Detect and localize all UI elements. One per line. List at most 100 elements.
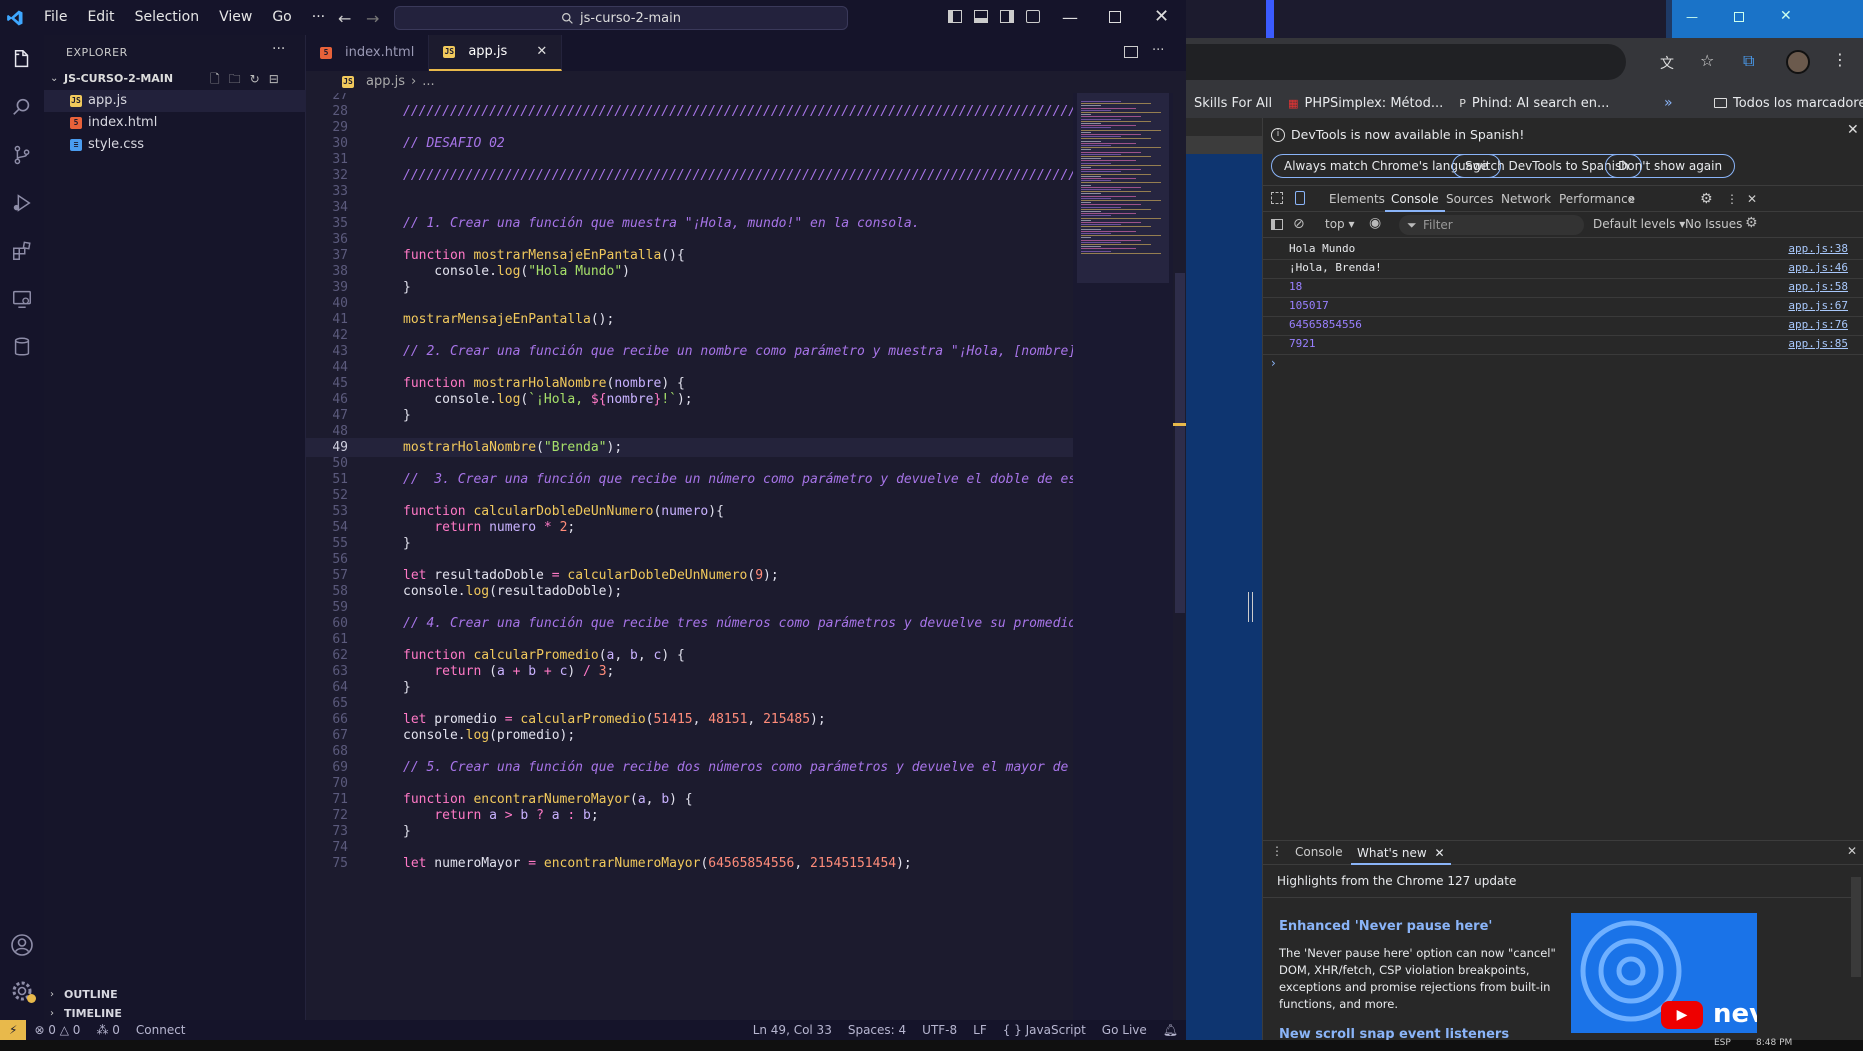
menu-item[interactable]: ··· [302, 0, 335, 35]
device-toolbar-icon[interactable] [1295, 191, 1305, 205]
refresh-icon[interactable]: ↻ [250, 68, 260, 90]
devtools-tab[interactable]: Elements [1329, 186, 1385, 212]
close-tab-icon[interactable]: ✕ [536, 34, 547, 70]
eol[interactable]: LF [965, 1023, 995, 1037]
issues-counter[interactable]: No Issues [1685, 217, 1742, 231]
extensions-icon[interactable] [8, 237, 36, 265]
tab-app-js[interactable]: JS app.js ✕ [429, 34, 563, 71]
more-tabs-icon[interactable]: » [1628, 186, 1635, 212]
bookmark-item[interactable]: P Phind: AI search en... [1451, 96, 1617, 111]
resize-handle[interactable] [1248, 592, 1253, 622]
chrome-menu-icon[interactable]: ⋮ [1832, 50, 1848, 69]
close-button[interactable]: ✕ [1154, 6, 1169, 27]
breadcrumb-file[interactable]: app.js [366, 71, 405, 93]
console-output[interactable]: Hola Mundo app.js:38 ¡Hola, Brenda! app.js:… [1263, 238, 1863, 838]
settings-gear-icon[interactable] [8, 977, 36, 1005]
minimize-button[interactable]: — [1062, 8, 1078, 27]
breadcrumb-symbol[interactable]: ... [422, 71, 434, 93]
customize-layout-icon[interactable] [1026, 10, 1040, 23]
remote-explorer-icon[interactable] [8, 285, 36, 313]
clear-console-icon[interactable]: ⊘ [1293, 216, 1305, 232]
collapse-all-icon[interactable]: ⊟ [269, 68, 279, 90]
devtools-tab[interactable]: Performance [1559, 186, 1635, 212]
live-expression-eye-icon[interactable]: ◉ [1369, 215, 1381, 231]
video-thumbnail[interactable]: ▶ nev [1571, 913, 1757, 1033]
account-icon[interactable] [8, 931, 36, 959]
code-line[interactable]: 75 let numeroMayor = encontrarNumeroMayor… [306, 854, 1074, 873]
minimap[interactable] [1073, 93, 1173, 1020]
drawer-menu-icon[interactable]: ⋮ [1271, 844, 1283, 858]
console-prompt[interactable]: › [1271, 356, 1276, 370]
console-message[interactable]: 7921 app.js:85 [1263, 333, 1863, 355]
all-bookmarks[interactable]: Todos los marcadores [1706, 96, 1863, 111]
drawer-tab-whats-new[interactable]: What's new ✕ [1351, 841, 1451, 865]
minimize-button[interactable]: — [1686, 10, 1698, 24]
bookmark-item[interactable]: ▦ PHPSimplex: Métod... [1280, 96, 1451, 111]
split-editor-icon[interactable] [1124, 46, 1138, 58]
settings-gear-icon[interactable]: ⚙ [1700, 186, 1713, 212]
taskbar-language[interactable]: ESP [1714, 1038, 1731, 1048]
encoding[interactable]: UTF-8 [914, 1023, 965, 1037]
bookmark-item[interactable]: Skills For All [1186, 96, 1280, 111]
dont-show-again-button[interactable]: Don't show again [1605, 154, 1736, 178]
close-drawer-icon[interactable]: ✕ [1847, 844, 1857, 858]
context-selector[interactable]: top ▾ [1325, 217, 1355, 231]
explorer-icon[interactable] [8, 45, 36, 73]
taskbar-clock[interactable]: 8:48 PM [1756, 1038, 1792, 1048]
editor-scrollbar[interactable] [1173, 93, 1186, 1020]
menu-item[interactable]: Go [262, 0, 301, 35]
more-bookmarks-icon[interactable]: » [1664, 95, 1673, 111]
new-folder-icon[interactable]: 🗀 [229, 68, 241, 90]
run-debug-icon[interactable] [8, 189, 36, 217]
devtools-tab[interactable]: Network [1501, 186, 1551, 212]
file-item[interactable]: JS app.js [44, 90, 306, 112]
tab-index-html[interactable]: 5 index.html [306, 35, 430, 71]
search-icon[interactable] [8, 93, 36, 121]
close-infobar-icon[interactable]: ✕ [1847, 122, 1859, 138]
database-icon[interactable] [8, 333, 36, 361]
menu-item[interactable]: Edit [77, 0, 124, 35]
drawer-tab-console[interactable]: Console [1295, 845, 1343, 859]
toggle-secondary-sidebar-icon[interactable] [1000, 10, 1014, 23]
devtools-tab[interactable]: Console [1385, 186, 1445, 212]
sidebar-toggle-icon[interactable] [1271, 219, 1283, 230]
nav-forward-icon[interactable]: → [366, 9, 379, 28]
filter-input[interactable]: ⏷ Filter [1399, 215, 1584, 235]
connect-indicator[interactable]: Connect [128, 1023, 194, 1037]
bookmark-star-icon[interactable]: ☆ [1700, 51, 1714, 70]
console-source-link[interactable]: app.js:85 [1788, 333, 1848, 355]
menu-item[interactable]: View [209, 0, 262, 35]
restore-button[interactable] [1734, 12, 1744, 22]
notifications-bell-icon[interactable]: 🔔︎ [1155, 1023, 1186, 1037]
youtube-play-icon[interactable]: ▶ [1661, 1001, 1703, 1029]
problems-indicator[interactable]: ⊗ 0 △ 0 [26, 1023, 88, 1037]
translate-icon[interactable]: 文 [1660, 53, 1674, 73]
folder-row[interactable]: ⌄ JS-CURSO-2-MAIN 🗋 🗀 ↻ ⊟ [44, 68, 306, 90]
inspect-element-icon[interactable] [1271, 192, 1283, 204]
cursor-position[interactable]: Ln 49, Col 33 [745, 1023, 840, 1037]
close-button[interactable]: ✕ [1780, 8, 1792, 24]
profile-avatar[interactable] [1786, 50, 1810, 74]
editor-more-icon[interactable]: ··· [1152, 43, 1164, 58]
nav-back-icon[interactable]: ← [338, 9, 351, 28]
indentation[interactable]: Spaces: 4 [840, 1023, 914, 1037]
close-tab-icon[interactable]: ✕ [1435, 846, 1445, 860]
log-levels-dropdown[interactable]: Default levels ▾ [1593, 217, 1685, 231]
source-control-icon[interactable] [8, 141, 36, 169]
customize-menu-icon[interactable]: ⋮ [1726, 186, 1738, 212]
file-item[interactable]: ≡ style.css [44, 134, 306, 156]
command-center[interactable]: js-curso-2-main [394, 6, 848, 30]
close-devtools-icon[interactable]: ✕ [1747, 186, 1757, 212]
language-mode[interactable]: { } JavaScript [995, 1023, 1094, 1037]
file-item[interactable]: 5 index.html [44, 112, 306, 134]
toggle-sidebar-icon[interactable] [948, 10, 962, 23]
remote-indicator[interactable]: ⚡ [0, 1020, 27, 1040]
console-settings-icon[interactable]: ⚙ [1745, 215, 1758, 231]
whats-new-heading-1[interactable]: Enhanced 'Never pause here' [1279, 919, 1492, 934]
drawer-scrollbar[interactable] [1851, 877, 1861, 977]
code-editor[interactable]: 27 28////////////////////////////////////… [306, 93, 1186, 1020]
ports-indicator[interactable]: ⁂ 0 [88, 1023, 127, 1037]
explorer-more-icon[interactable]: ··· [272, 41, 285, 57]
new-file-icon[interactable]: 🗋 [210, 68, 220, 90]
go-live-button[interactable]: Go Live [1094, 1023, 1155, 1037]
